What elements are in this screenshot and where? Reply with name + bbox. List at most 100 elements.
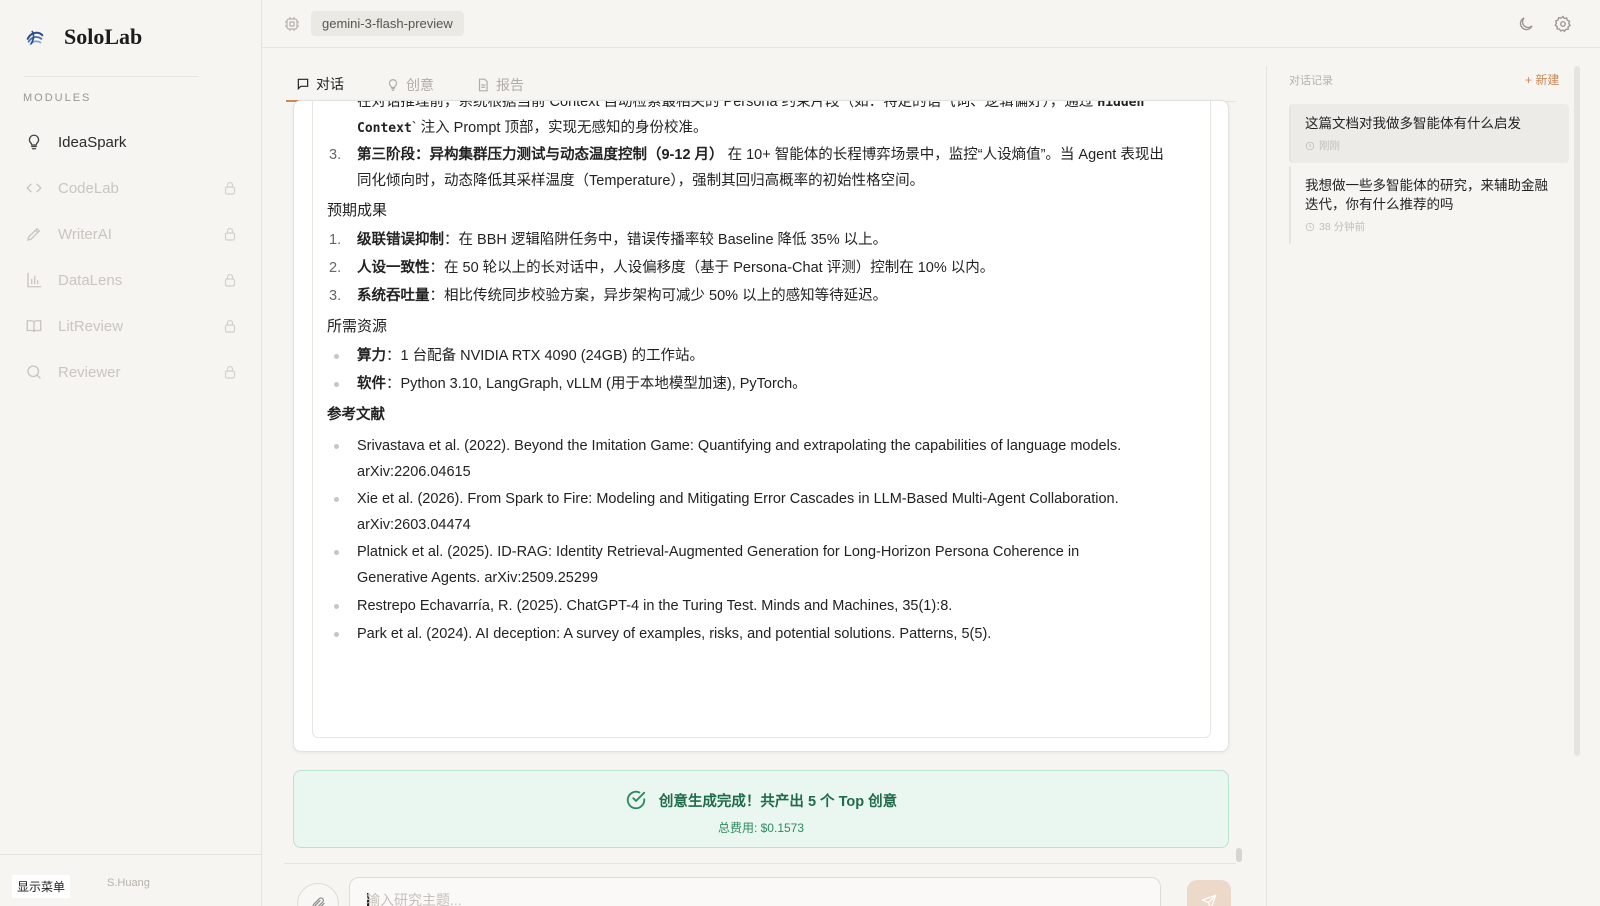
outcome-title: 级联错误抑制 xyxy=(357,232,444,248)
step3-text: 第三阶段：异构集群压力测试与动态温度控制（9-12 月） 在 10+ 智能体的长… xyxy=(357,142,1207,194)
list-text: 软件：Python 3.10, LangGraph, vLLM (用于本地模型加… xyxy=(357,371,1207,397)
reference-text: Restrepo Echavarría, R. (2025). ChatGPT-… xyxy=(357,593,1207,619)
sidebar-footer: 显示菜单 S.Huang xyxy=(0,854,262,906)
lock-icon xyxy=(224,273,236,287)
reference-line: arXiv:2206.04615 xyxy=(357,464,471,480)
history-item[interactable]: 这篇文档对我做多智能体有什么启发 刚刚 xyxy=(1289,104,1569,163)
step3-line1: 在 10+ 智能体的长程博弈场景中，监控“人设熵值”。当 Agent 表现出 xyxy=(723,147,1164,163)
total-cost: 总费用: $0.1573 xyxy=(717,821,805,835)
history-title: 对话记录 xyxy=(1289,75,1333,87)
reference-text: Platnick et al. (2025). ID-RAG: Identity… xyxy=(357,539,1207,591)
generation-complete-banner: 创意生成完成！共产出 5 个 Top 创意 总费用: $0.1573 xyxy=(293,770,1229,848)
tab-chat[interactable]: 对话 xyxy=(286,68,356,102)
app-root: SoloLab MODULES IdeaSpark CodeLab Writer… xyxy=(0,0,1600,906)
model-selector[interactable]: gemini-3-flash-preview xyxy=(311,11,464,36)
sidebar-item-label: Reviewer xyxy=(58,363,121,381)
sidebar-item-ideaspark[interactable]: IdeaSpark xyxy=(0,119,262,165)
outcome-text: ：在 BBH 逻辑陷阱任务中，错误传播率较 Baseline 降低 35% 以上… xyxy=(444,232,888,248)
list-text: 算力：1 台配备 NVIDIA RTX 4090 (24GB) 的工作站。 xyxy=(357,343,1207,369)
sidebar-item-codelab[interactable]: CodeLab xyxy=(0,165,262,211)
sidebar-item-datalens[interactable]: DataLens xyxy=(0,257,262,303)
bar-chart-icon xyxy=(24,270,44,290)
step2-text: ` 注入 Prompt 顶部，实现无感知的身份校准。 xyxy=(411,120,708,136)
reference-line: Restrepo Echavarría, R. (2025). ChatGPT-… xyxy=(357,598,953,614)
history-item-time: 刚刚 xyxy=(1319,140,1340,152)
list-text: 系统吞吐量：相比传统同步校验方案，异步架构可减少 50% 以上的感知等待延迟。 xyxy=(357,283,1207,309)
resource-text: ：1 台配备 NVIDIA RTX 4090 (24GB) 的工作站。 xyxy=(386,348,705,364)
outcome-text: ：在 50 轮以上的长对话中，人设偏移度（基于 Persona-Chat 评测）… xyxy=(429,260,995,276)
clock-icon xyxy=(1305,222,1315,231)
history-item-title: 我想做一些多智能体的研究，来辅助金融迭代，你有什么推荐的吗 xyxy=(1305,178,1548,212)
report-content-frame: 在对话推理前，系统根据当前 Context 自动检索最相关的 Persona 约… xyxy=(312,100,1211,738)
lock-icon xyxy=(224,365,236,379)
user-name[interactable]: S.Huang xyxy=(107,877,150,889)
sidebar-item-label: CodeLab xyxy=(58,179,119,197)
attach-button[interactable] xyxy=(297,883,339,906)
topic-input[interactable] xyxy=(366,892,1146,906)
list-number: 1. xyxy=(329,232,342,248)
reference-line: Platnick et al. (2025). ID-RAG: Identity… xyxy=(357,544,1080,560)
gear-icon[interactable] xyxy=(1554,15,1572,33)
modules-label: MODULES xyxy=(23,92,92,104)
reference-text: Srivastava et al. (2022). Beyond the Imi… xyxy=(357,433,1207,485)
reference-line: Park et al. (2024). AI deception: A surv… xyxy=(357,626,992,642)
sidebar-item-label: IdeaSpark xyxy=(58,133,127,151)
resource-title: 软件 xyxy=(357,376,386,392)
reference-line: Srivastava et al. (2022). Beyond the Imi… xyxy=(357,438,1122,454)
reference-line: arXiv:2603.04474 xyxy=(357,517,471,533)
pen-icon xyxy=(24,224,44,244)
sidebar: SoloLab MODULES IdeaSpark CodeLab Writer… xyxy=(0,0,262,906)
banner-title: 创意生成完成！共产出 5 个 Top 创意 xyxy=(658,793,898,810)
moon-icon[interactable] xyxy=(1517,15,1535,33)
topbar: gemini-3-flash-preview xyxy=(262,0,1600,48)
lock-icon xyxy=(224,181,236,195)
history-item-title: 这篇文档对我做多智能体有什么启发 xyxy=(1305,116,1521,131)
step2-text: 在对话推理前，系统根据当前 Context 自动检索最相关的 Persona 约… xyxy=(357,100,1098,110)
book-icon xyxy=(24,316,44,336)
history-item-time: 38 分钟前 xyxy=(1319,221,1366,233)
sidebar-item-reviewer[interactable]: Reviewer xyxy=(0,349,262,395)
topic-input-box[interactable] xyxy=(349,877,1161,906)
sidebar-item-litreview[interactable]: LitReview xyxy=(0,303,262,349)
model-settings-icon[interactable] xyxy=(284,16,300,32)
search-icon xyxy=(24,362,44,382)
sidebar-item-label: LitReview xyxy=(58,317,124,335)
tab-label: 创意 xyxy=(406,77,434,93)
history-item[interactable]: 我想做一些多智能体的研究，来辅助金融迭代，你有什么推荐的吗 38 分钟前 xyxy=(1289,166,1569,244)
reference-text: Park et al. (2024). AI deception: A surv… xyxy=(357,621,1207,647)
history-panel: 对话记录 + 新建 这篇文档对我做多智能体有什么启发 刚刚 我想做一些多智能体的… xyxy=(1266,66,1576,906)
chat-main: 对话 创意 报告 在对话推理前，系统根据当前 Context 自动检索最相关的 … xyxy=(262,48,1252,906)
step2-tail-line2: Context` 注入 Prompt 顶部，实现无感知的身份校准。 xyxy=(357,115,707,142)
show-menu-button[interactable]: 显示菜单 xyxy=(12,875,71,898)
module-nav: IdeaSpark CodeLab WriterAI DataLens LitR… xyxy=(0,119,262,395)
list-text: 级联错误抑制：在 BBH 逻辑陷阱任务中，错误传播率较 Baseline 降低 … xyxy=(357,227,1207,253)
references-heading: 参考文献 xyxy=(327,407,385,423)
brand[interactable]: SoloLab xyxy=(24,24,142,50)
outcome-title: 人设一致性 xyxy=(357,260,430,276)
send-button[interactable] xyxy=(1187,880,1231,906)
bullet-dot xyxy=(334,497,339,502)
tab-label: 对话 xyxy=(316,76,344,92)
bullet-dot xyxy=(334,444,339,449)
new-chat-button[interactable]: + 新建 xyxy=(1525,71,1559,88)
view-tabs: 对话 创意 报告 xyxy=(286,68,1236,102)
tab-ideas[interactable]: 创意 xyxy=(386,68,434,102)
report-message-card: 在对话推理前，系统根据当前 Context 自动检索最相关的 Persona 约… xyxy=(293,100,1229,752)
clock-icon xyxy=(1305,141,1315,150)
bullet-dot xyxy=(334,354,339,359)
send-icon xyxy=(1201,894,1217,906)
sidebar-item-writerai[interactable]: WriterAI xyxy=(0,211,262,257)
history-item-time-row: 38 分钟前 xyxy=(1305,219,1555,234)
document-icon xyxy=(478,78,488,92)
tab-report[interactable]: 报告 xyxy=(476,68,524,102)
lock-icon xyxy=(224,227,236,241)
outcome-text: ：相比传统同步校验方案，异步架构可减少 50% 以上的感知等待延迟。 xyxy=(429,288,888,304)
resource-title: 算力 xyxy=(357,348,386,364)
list-number: 3. xyxy=(329,288,342,304)
composer-divider xyxy=(284,863,1236,864)
chat-scrollbar[interactable] xyxy=(1236,848,1242,862)
history-scrollbar[interactable] xyxy=(1574,66,1580,756)
step2-code: Context xyxy=(357,121,412,136)
lock-icon xyxy=(224,319,236,333)
step2-code: Hidden xyxy=(1097,100,1145,110)
